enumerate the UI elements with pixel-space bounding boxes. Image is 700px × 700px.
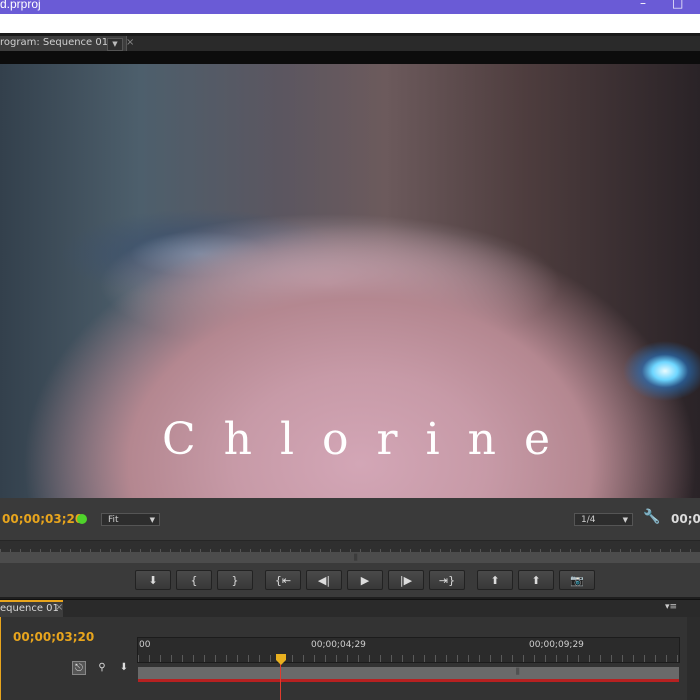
window-titlebar: d.prproj – □ xyxy=(0,0,700,14)
extract-button[interactable]: ⬆ xyxy=(518,570,554,590)
zoom-level-select[interactable]: Fit ▼ xyxy=(101,513,160,526)
monitor-letterbox xyxy=(0,51,700,64)
maximize-button[interactable]: □ xyxy=(672,0,683,10)
render-status-bar xyxy=(138,679,679,682)
scrollbar-grip-icon[interactable]: ⫼ xyxy=(354,553,358,563)
timeline-timecode[interactable]: 00;00;03;20 xyxy=(13,630,94,644)
zoom-level-value: Fit xyxy=(108,515,119,525)
chevron-down-icon: ▼ xyxy=(149,516,155,524)
program-monitor-video[interactable]: Chlorine xyxy=(0,64,700,498)
mark-out-button[interactable]: } xyxy=(217,570,253,590)
sequence-tab-label: equence 01 xyxy=(0,603,59,614)
panel-menu-icon[interactable]: ▾≡ xyxy=(665,602,677,612)
sequence-tab-close-icon[interactable]: × xyxy=(55,602,63,613)
add-marker-button[interactable]: ⬇ xyxy=(135,570,171,590)
snap-toggle-icon[interactable]: ⎋ xyxy=(72,661,86,675)
linked-selection-icon[interactable]: ⚲ xyxy=(95,661,109,675)
ruler-label: 00;00;04;29 xyxy=(311,640,366,650)
playhead-timecode[interactable]: 00;00;03;20 xyxy=(2,512,83,526)
mark-in-button[interactable]: { xyxy=(176,570,212,590)
play-button[interactable]: ▶ xyxy=(347,570,383,590)
step-forward-button[interactable]: |▶ xyxy=(388,570,424,590)
timeline-tab-row xyxy=(0,599,700,618)
monitor-zoom-scrollbar[interactable]: ⫼ xyxy=(0,552,700,563)
chevron-down-icon: ▼ xyxy=(622,516,628,524)
window-title: d.prproj xyxy=(0,0,41,11)
video-overlay-title: Chlorine xyxy=(161,414,579,465)
ruler-ticks xyxy=(138,655,679,662)
menu-strip xyxy=(0,14,700,33)
minimize-button[interactable]: – xyxy=(640,0,646,10)
program-tab-dropdown[interactable]: ▼ xyxy=(107,38,123,51)
duration-timecode: 00;0 xyxy=(671,512,700,526)
go-to-out-button[interactable]: ⇥} xyxy=(429,570,465,590)
resolution-value: 1/4 xyxy=(581,515,596,525)
ruler-label: 00 xyxy=(139,640,151,650)
add-marker-icon[interactable]: ⬇ xyxy=(117,661,131,675)
lift-button[interactable]: ⬆ xyxy=(477,570,513,590)
work-area-grip-icon[interactable]: ⫼ xyxy=(516,667,520,677)
program-tab-label: rogram: Sequence 01 xyxy=(0,37,109,48)
go-to-in-button[interactable]: {⇤ xyxy=(265,570,301,590)
ruler-label: 00;00;09;29 xyxy=(529,640,584,650)
work-area-bar[interactable]: ⫼ xyxy=(138,667,679,679)
timeline-vertical-scrollbar[interactable] xyxy=(687,617,700,700)
step-back-button[interactable]: ◀| xyxy=(306,570,342,590)
playback-resolution-select[interactable]: 1/4 ▼ xyxy=(574,513,633,526)
export-frame-button[interactable]: 📷 xyxy=(559,570,595,590)
settings-wrench-icon[interactable]: 🔧 xyxy=(643,509,660,525)
tab-program-monitor[interactable]: rogram: Sequence 01 ▼ xyxy=(0,36,127,51)
program-tab-close-icon[interactable]: × xyxy=(126,37,134,48)
tab-sequence[interactable]: equence 01 xyxy=(0,600,63,617)
status-indicator-icon xyxy=(77,514,87,524)
